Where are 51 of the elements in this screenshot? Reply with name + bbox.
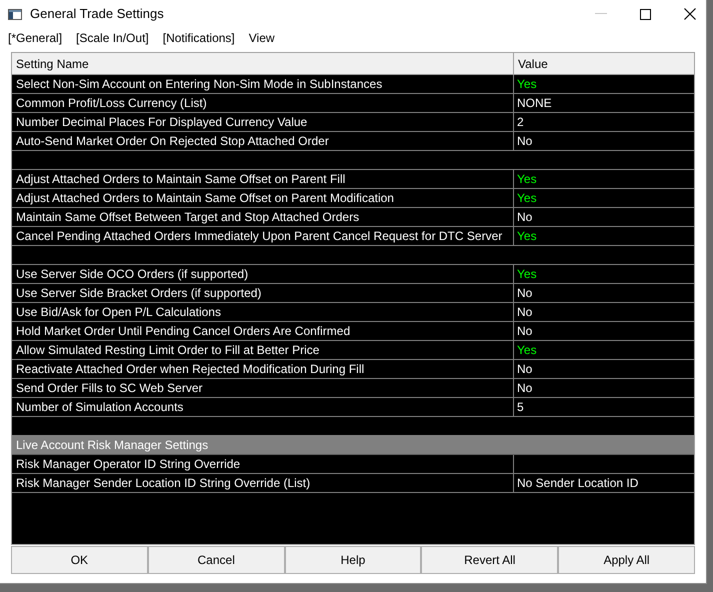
table-cell: Risk Manager Sender Location ID String Override (List) — [12, 474, 514, 492]
table-cell-text: No — [517, 380, 532, 397]
menu-item[interactable]: View — [248, 29, 275, 47]
table-cell-text: 5 — [517, 399, 524, 416]
table-cell-text: Yes — [517, 228, 537, 245]
dialog-button[interactable]: Cancel — [148, 546, 285, 574]
table-cell-text: 2 — [517, 114, 524, 131]
table-cell: Hold Market Order Until Pending Cancel Orders Are Confirmed — [12, 322, 514, 340]
table-cell-text: No — [517, 361, 532, 378]
maximize-icon[interactable] — [640, 8, 651, 20]
table-cell: Auto-Send Market Order On Rejected Stop Attached Order — [12, 132, 514, 150]
menu-item[interactable]: [Scale In/Out] — [76, 29, 149, 47]
column-header[interactable]: Value — [514, 53, 694, 74]
table-cell: Select Non-Sim Account on Entering Non-Sim Mode in SubInstances — [12, 75, 514, 93]
table-cell: Use Bid/Ask for Open P/L Calculations — [12, 303, 514, 321]
menu-item[interactable]: [*General] — [8, 29, 62, 47]
table-cell: Cancel Pending Attached Orders Immediately Upon Parent Cancel Request for DTC Server — [12, 227, 514, 245]
table-cell-text: NONE — [517, 95, 552, 112]
table-cell-text: No — [517, 133, 532, 150]
table-cell: Risk Manager Operator ID String Override — [12, 455, 514, 473]
dialog-button[interactable]: Revert All — [421, 546, 558, 574]
table-cell-text: No Sender Location ID — [517, 475, 638, 492]
table-cell-text: Yes — [517, 266, 537, 283]
table-cell: Send Order Fills to SC Web Server — [12, 379, 514, 397]
menu-item[interactable]: [Notifications] — [162, 29, 235, 47]
table-cell-text: Yes — [517, 76, 537, 93]
table-cell-text: No — [517, 285, 532, 302]
table-cell-text: No — [517, 209, 532, 226]
table-cell: Adjust Attached Orders to Maintain Same Offset on Parent Modification — [12, 189, 514, 207]
dialog-button[interactable]: Help — [284, 546, 422, 574]
table-cell: Number of Simulation Accounts — [12, 398, 514, 416]
table-cell: Number Decimal Places For Displayed Currency Value — [12, 113, 514, 131]
table-cell-text: Yes — [517, 171, 537, 188]
table-cell-text: No — [517, 304, 532, 321]
dialog-button[interactable]: Apply All — [558, 546, 695, 574]
table-cell: Adjust Attached Orders to Maintain Same Offset on Parent Fill — [12, 170, 514, 188]
window-title: General Trade Settings — [30, 5, 164, 24]
table-cell: Use Server Side OCO Orders (if supported) — [12, 265, 514, 283]
table-cell: Common Profit/Loss Currency (List) — [12, 94, 514, 112]
dialog-button[interactable]: OK — [11, 546, 148, 574]
table-cell-text: Yes — [517, 342, 537, 359]
column-header[interactable]: Setting Name — [12, 53, 514, 74]
table-cell: Reactivate Attached Order when Rejected Modification During Fill — [12, 360, 514, 378]
close-icon[interactable] — [684, 8, 696, 20]
window-icon — [8, 8, 22, 20]
table-cell: Use Server Side Bracket Orders (if supported) — [12, 284, 514, 302]
table-cell-text: Yes — [517, 190, 537, 207]
table-cell: Maintain Same Offset Between Target and Stop Attached Orders — [12, 208, 514, 226]
table-cell-text: No — [517, 323, 532, 340]
section-header: Live Account Risk Manager Settings — [12, 436, 694, 455]
table-cell: Allow Simulated Resting Limit Order to Fill at Better Price — [12, 341, 514, 359]
